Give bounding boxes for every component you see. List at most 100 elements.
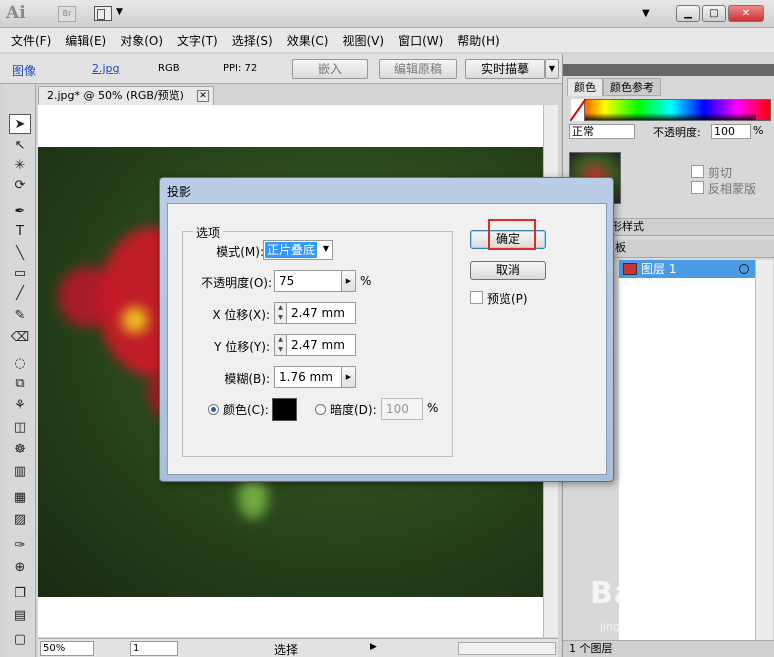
eyedropper-tool-icon[interactable]: ✑ [9,536,31,556]
layers-count: 1 个图层 [563,640,774,657]
color-mode-label: RGB [158,63,180,74]
rectangle-tool-icon[interactable]: ▭ [9,264,31,284]
clip-checkbox[interactable]: 剪切 [691,164,732,181]
blur-input[interactable]: 1.76 mm [274,366,342,388]
bridge-button[interactable]: Br [58,6,76,22]
preview-checkbox[interactable]: 预览(P) [470,290,528,307]
rotate-tool-icon[interactable]: ◌ [9,354,31,374]
lasso-tool-icon[interactable]: ⟳ [9,176,31,196]
invert-mask-checkbox[interactable]: 反相蒙版 [691,180,756,197]
warp-tool-icon[interactable]: ⚘ [9,396,31,416]
menu-object[interactable]: 对象(O) [113,32,170,49]
line-tool-icon[interactable]: ╲ [9,244,31,264]
close-button[interactable]: ✕ [728,5,764,22]
y-offset-stepper[interactable]: ▲ ▼ [274,334,286,356]
live-trace-button[interactable]: 实时描摹 [465,59,545,79]
arrange-documents-icon[interactable] [94,6,112,21]
pencil-tool-icon[interactable]: ✎ [9,306,31,326]
mesh-tool-icon[interactable]: ▦ [9,488,31,508]
artboard-tool-icon[interactable]: ❐ [9,584,31,604]
cancel-button[interactable]: 取消 [470,261,546,280]
selection-tool-icon[interactable]: ➤ [9,114,31,134]
ppi-label: PPI: 72 [223,63,258,74]
tab-color-guide[interactable]: 颜色参考 [603,78,661,96]
menu-view[interactable]: 视图(V) [335,32,391,49]
dialog-body: 选项 模式(M): 正片叠底 ▼ 不透明度(O): 75 ▶ % X 位移(X)… [167,203,607,475]
menu-edit[interactable]: 编辑(E) [58,32,113,49]
opacity-input[interactable]: 75 [274,270,342,292]
percent-label: % [753,124,764,137]
restore-button[interactable]: □ [702,5,726,22]
baidu-watermark: Bai 经验 [590,576,720,611]
blur-label: 模糊(B): [224,372,270,386]
menu-type[interactable]: 文字(T) [170,32,225,49]
blend-tool-icon[interactable]: ⊕ [9,558,31,578]
graph-tool-icon[interactable]: ▥ [9,462,31,482]
dialog-title: 投影 [167,185,192,199]
color-label: 颜色(C): [223,403,269,417]
opacity-percent: % [360,274,372,288]
no-color-swatch[interactable] [571,99,585,121]
drop-shadow-dialog: 投影 选项 模式(M): 正片叠底 ▼ 不透明度(O): 75 ▶ % X 位移… [159,177,614,482]
scale-tool-icon[interactable]: ⧉ [9,374,31,394]
layer-row[interactable]: 图层 1 [619,260,755,278]
menu-help[interactable]: 帮助(H) [450,32,506,49]
menu-file[interactable]: 文件(F) [4,32,58,49]
trace-options-icon[interactable]: ▼ [545,59,559,79]
opacity-field[interactable]: 100 [711,124,751,139]
x-offset-stepper[interactable]: ▲ ▼ [274,302,286,324]
document-tab[interactable]: 2.jpg* @ 50% (RGB/预览) ✕ [38,86,214,105]
tools-panel: ➤ ↖ ✳ ⟳ ✒ T ╲ ▭ ╱ ✎ ⌫ ◌ ⧉ ⚘ ◫ ☸ ▥ ▦ ▨ ✑ … [4,84,36,657]
slice-tool-icon[interactable]: ▤ [9,606,31,626]
blend-mode-select[interactable]: 正常 [569,124,635,139]
type-tool-icon[interactable]: T [9,222,31,242]
direct-selection-tool-icon[interactable]: ↖ [9,136,31,156]
title-bar: Ai Br ▼ ▼ ▁ □ ✕ [0,0,774,28]
menu-effect[interactable]: 效果(C) [280,32,336,49]
gradient-tool-icon[interactable]: ▨ [9,510,31,530]
zoom-field[interactable]: 50% [40,641,94,656]
x-offset-label: X 位移(X): [212,308,270,322]
document-title: 2.jpg* @ 50% (RGB/预览) [47,89,184,102]
menu-select[interactable]: 选择(S) [225,32,280,49]
y-offset-label: Y 位移(Y): [214,340,270,354]
shadow-color-swatch[interactable] [272,398,297,421]
free-transform-tool-icon[interactable]: ◫ [9,418,31,438]
chevron-down-icon[interactable]: ▼ [116,7,123,17]
close-icon[interactable]: ✕ [197,90,209,102]
screen-mode-icon[interactable]: ▢ [9,630,31,650]
opacity-label: 不透明度: [653,126,701,139]
color-radio[interactable] [208,404,219,415]
artboard-number-field[interactable]: 1 [130,641,178,656]
blur-slider-icon[interactable]: ▶ [342,366,356,388]
edit-original-button[interactable]: 编辑原稿 [379,59,457,79]
symbol-sprayer-tool-icon[interactable]: ☸ [9,440,31,460]
paintbrush-tool-icon[interactable]: ╱ [9,284,31,304]
app-logo: Ai [6,3,26,23]
horizontal-scrollbar[interactable] [458,642,556,655]
eraser-tool-icon[interactable]: ⌫ [9,328,31,348]
object-type-label[interactable]: 图像 [12,62,36,79]
opacity-slider-icon[interactable]: ▶ [342,270,356,292]
minimize-button[interactable]: ▁ [676,5,700,22]
darkness-input[interactable]: 100 [381,398,423,420]
status-menu-icon[interactable]: ▶ [370,642,377,652]
darkness-label: 暗度(D): [330,403,377,417]
magic-wand-tool-icon[interactable]: ✳ [9,156,31,176]
mode-select[interactable]: 正片叠底 ▼ [263,240,333,260]
y-offset-input[interactable]: 2.47 mm [286,334,356,356]
workspace-switcher-icon[interactable]: ▼ [642,8,650,19]
color-spectrum[interactable] [571,99,771,121]
file-link[interactable]: 2.jpg [92,62,120,75]
tab-color[interactable]: 颜色 [567,78,603,96]
layers-scrollbar[interactable] [755,260,773,642]
status-label[interactable]: 选择 [274,641,298,657]
target-icon[interactable] [739,264,749,274]
x-offset-input[interactable]: 2.47 mm [286,302,356,324]
pen-tool-icon[interactable]: ✒ [9,202,31,222]
panel-header[interactable] [563,64,774,76]
embed-button[interactable]: 嵌入 [292,59,368,79]
menu-window[interactable]: 窗口(W) [391,32,450,49]
options-group-label: 选项 [193,224,224,241]
darkness-radio[interactable] [315,404,326,415]
